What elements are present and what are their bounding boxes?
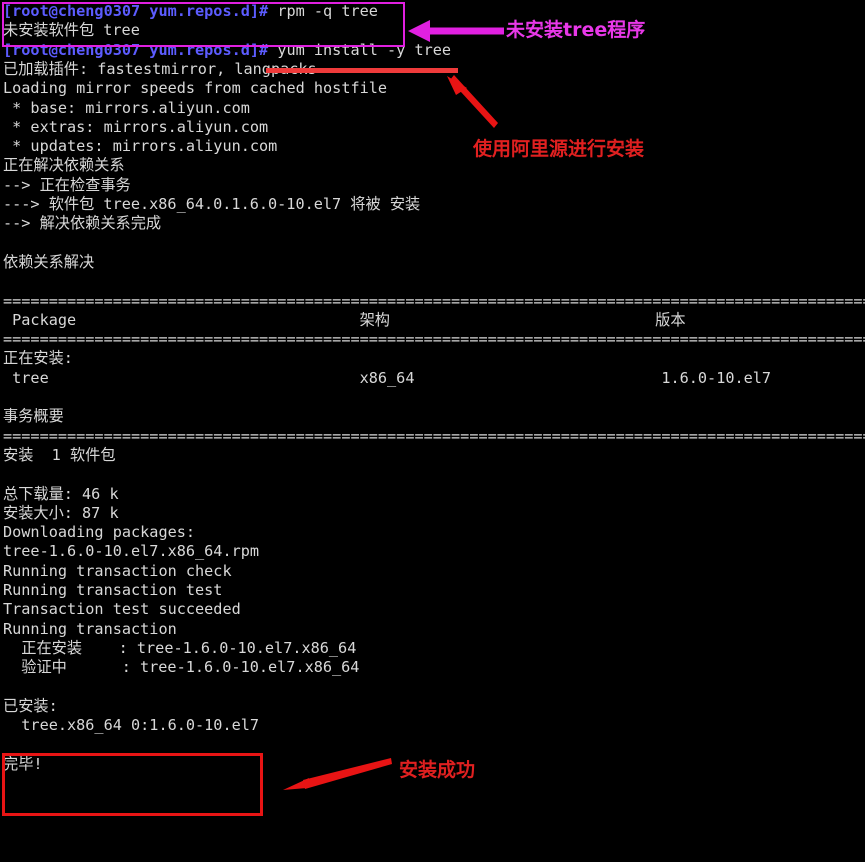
terminal-line: [root@cheng0307 yum.repos.d]# yum instal… (3, 41, 451, 60)
shell-command: rpm -q tree (268, 2, 378, 20)
terminal-line: Running transaction check (3, 561, 232, 580)
terminal-line: 已加载插件: fastestmirror, langpacks (3, 59, 317, 78)
terminal-line: --> 解决依赖关系完成 (3, 214, 162, 233)
terminal-line: 未安装软件包 tree (3, 21, 140, 40)
terminal-line: Downloading packages: (3, 523, 196, 542)
terminal-line: Running transaction test (3, 581, 223, 599)
terminal-line: ---> 软件包 tree.x86_64.0.1.6.0-10.el7 将被 安… (3, 195, 421, 213)
terminal-line: Package 架构 版本 (3, 310, 686, 329)
terminal-line: tree-1.6.0-10.el7.x86_64.rpm (3, 542, 260, 561)
terminal-line: Transaction test succeeded (3, 600, 241, 619)
terminal-line: 总下载量: 46 k (3, 484, 119, 503)
terminal-line: Running transaction (3, 619, 177, 638)
terminal-line: 完毕! (3, 754, 43, 773)
terminal-line: * base: mirrors.aliyun.com (3, 98, 250, 117)
terminal-line: 安装大小: 87 k (3, 503, 119, 522)
terminal-line: * updates: mirrors.aliyun.com (3, 137, 278, 156)
terminal-line: tree x86_64 1.6.0-10.el7 (3, 368, 772, 387)
terminal-line: 正在安装: (3, 349, 73, 368)
terminal-line: [root@cheng0307 yum.repos.d]# rpm -q tre… (3, 2, 378, 21)
shell-prompt: [root@cheng0307 yum.repos.d]# (3, 2, 269, 20)
terminal-line: 已安装: (3, 696, 58, 715)
terminal-line: 依赖关系解决 (3, 252, 95, 271)
terminal-line: ========================================… (3, 291, 865, 310)
terminal-line: 事务概要 (3, 407, 64, 426)
shell-command: yum install -y tree (268, 40, 452, 59)
terminal-window[interactable]: [root@cheng0307 yum.repos.d]# rpm -q tre… (0, 0, 865, 862)
terminal-line: ========================================… (3, 426, 865, 445)
terminal-line: Loading mirror speeds from cached hostfi… (3, 79, 388, 98)
terminal-line: tree.x86_64 0:1.6.0-10.el7 (3, 716, 260, 735)
terminal-line: * extras: mirrors.aliyun.com (3, 117, 269, 136)
terminal-line: 安装 1 软件包 (3, 445, 116, 464)
shell-prompt: [root@cheng0307 yum.repos.d]# (3, 40, 269, 59)
terminal-line: ========================================… (3, 330, 865, 349)
terminal-line: 验证中 : tree-1.6.0-10.el7.x86_64 (3, 658, 360, 677)
terminal-line: 正在解决依赖关系 (3, 156, 125, 175)
terminal-line: --> 正在检查事务 (3, 175, 131, 194)
terminal-line: 正在安装 : tree-1.6.0-10.el7.x86_64 (3, 638, 357, 657)
